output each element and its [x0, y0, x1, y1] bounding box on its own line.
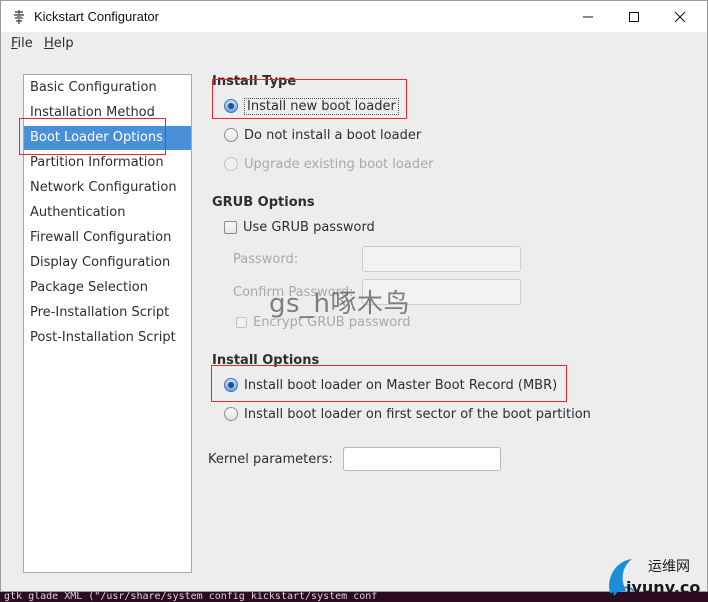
sidebar-item-display-configuration[interactable]: Display Configuration — [24, 251, 191, 275]
watermark-text: gs_h啄木鸟 — [269, 289, 411, 319]
close-button[interactable] — [657, 1, 703, 32]
radio-install-mbr[interactable]: Install boot loader on Master Boot Recor… — [224, 375, 557, 395]
radio-icon — [224, 407, 238, 421]
sidebar-item-network-configuration[interactable]: Network Configuration — [24, 176, 191, 200]
radio-upgrade-existing-label: Upgrade existing boot loader — [244, 156, 434, 172]
minimize-button[interactable] — [565, 1, 611, 32]
password-field[interactable] — [362, 246, 521, 272]
kernel-parameters-label: Kernel parameters: — [208, 452, 333, 467]
radio-upgrade-existing[interactable]: Upgrade existing boot loader — [224, 154, 433, 174]
radio-do-not-install-label: Do not install a boot loader — [244, 127, 422, 143]
app-icon — [14, 10, 24, 24]
menu-help-label: elp — [53, 36, 74, 51]
install-type-heading: Install Type — [212, 74, 297, 89]
radio-do-not-install[interactable]: Do not install a boot loader — [224, 125, 421, 145]
radio-install-first-sector[interactable]: Install boot loader on first sector of t… — [224, 404, 591, 424]
checkbox-disabled-icon — [236, 316, 247, 328]
site-logo: 运维网 iyunv.com — [609, 559, 700, 597]
sidebar-item-authentication[interactable]: Authentication — [24, 201, 191, 225]
radio-install-new[interactable]: Install new boot loader — [224, 96, 399, 116]
sidebar-item-firewall-configuration[interactable]: Firewall Configuration — [24, 226, 191, 250]
sidebar-item-post-installation-script[interactable]: Post-Installation Script — [24, 326, 191, 350]
menu-bar: File Help — [1, 32, 707, 56]
radio-install-new-label: Install new boot loader — [244, 97, 399, 115]
password-label: Password: — [233, 252, 299, 267]
terminal-text: gtk glade XML ("/usr/share/system config… — [0, 592, 708, 602]
checkbox-icon — [224, 220, 237, 234]
title-bar: Kickstart Configurator — [1, 1, 707, 32]
install-options-heading: Install Options — [212, 353, 320, 368]
radio-disabled-icon — [224, 157, 238, 171]
menu-file-label: ile — [17, 36, 33, 51]
sidebar-item-partition-information[interactable]: Partition Information — [24, 151, 191, 175]
use-grub-password-checkbox[interactable]: Use GRUB password — [224, 217, 375, 237]
radio-selected-icon — [224, 99, 238, 113]
section-list: Basic Configuration Installation Method … — [23, 74, 192, 573]
window-title: Kickstart Configurator — [34, 9, 159, 24]
radio-install-mbr-label: Install boot loader on Master Boot Recor… — [244, 377, 558, 393]
close-icon — [674, 11, 686, 22]
radio-install-first-sector-label: Install boot loader on first sector of t… — [244, 406, 591, 422]
grub-options-heading: GRUB Options — [212, 195, 315, 210]
menu-help[interactable]: Help — [44, 36, 74, 51]
maximize-icon — [629, 11, 639, 22]
radio-selected-icon — [224, 378, 238, 392]
radio-icon — [224, 128, 238, 142]
menu-help-mnemonic: H — [44, 36, 54, 51]
sidebar-item-package-selection[interactable]: Package Selection — [24, 276, 191, 300]
minimize-icon — [583, 16, 593, 17]
menu-file[interactable]: File — [11, 36, 33, 51]
main-window: Kickstart Configurator File Help Basic C… — [0, 0, 708, 592]
sidebar-item-installation-method[interactable]: Installation Method — [24, 101, 191, 125]
sidebar-item-pre-installation-script[interactable]: Pre-Installation Script — [24, 301, 191, 325]
kernel-parameters-field[interactable] — [343, 447, 501, 471]
sidebar-item-basic-configuration[interactable]: Basic Configuration — [24, 76, 191, 100]
use-grub-password-label: Use GRUB password — [243, 219, 375, 235]
svg-text:iyunv.com: iyunv.com — [626, 578, 700, 597]
maximize-button[interactable] — [611, 1, 657, 32]
svg-text:运维网: 运维网 — [648, 559, 690, 575]
sidebar-item-boot-loader-options[interactable]: Boot Loader Options — [24, 126, 191, 150]
